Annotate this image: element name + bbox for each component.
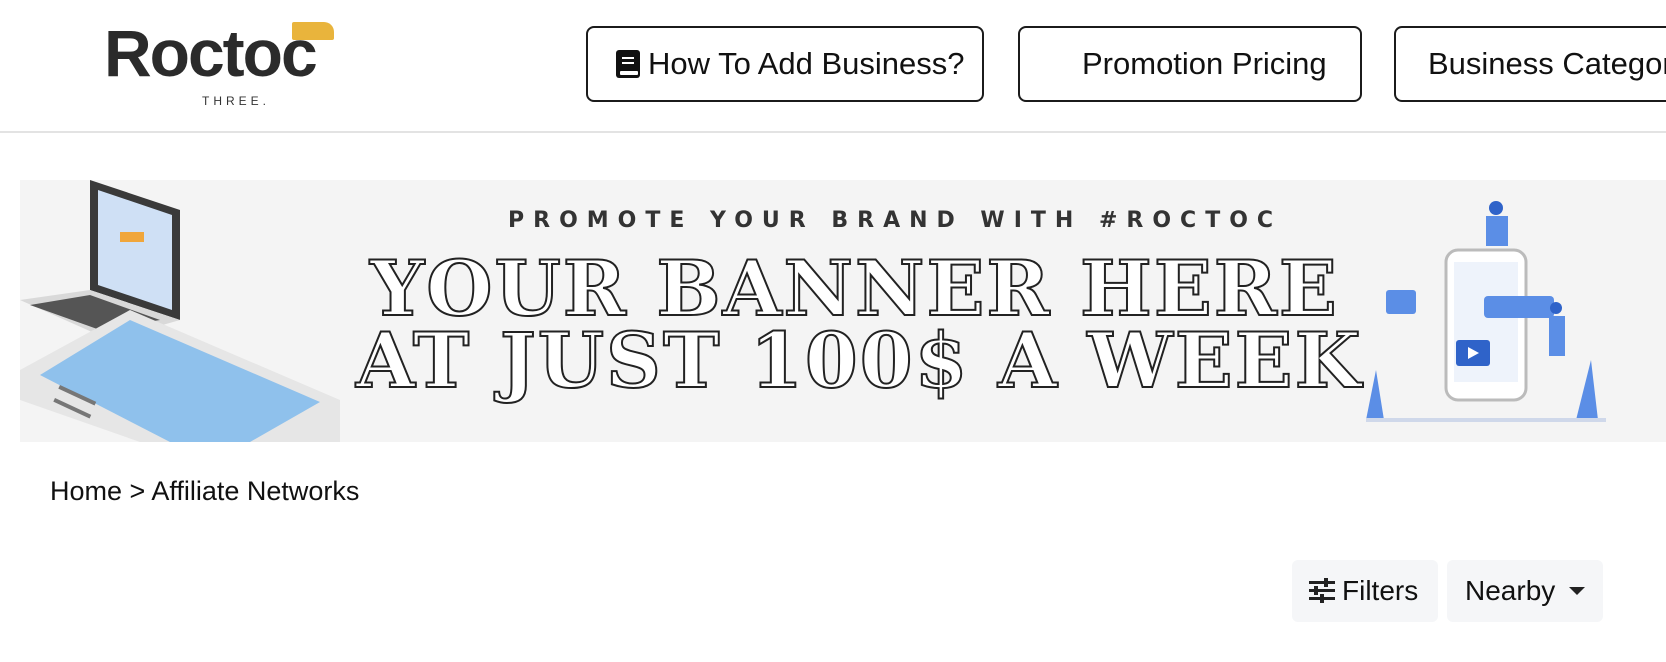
logo-wordmark: Roctoc	[104, 16, 318, 90]
sliders-icon	[1308, 578, 1336, 604]
nav-label: Promotion Pricing	[1082, 46, 1327, 81]
banner-kicker: PROMOTE YOUR BRAND WITH #ROCTOC	[508, 208, 1283, 233]
banner-headline-2: AT JUST 100$ A WEEK	[355, 315, 1363, 406]
phone-team-illustration	[1366, 201, 1606, 422]
sort-label: Nearby	[1465, 575, 1556, 606]
breadcrumb-current: Affiliate Networks	[151, 476, 360, 506]
logo-subtitle: THREE.	[202, 94, 271, 108]
filters-button[interactable]: Filters	[1292, 560, 1438, 622]
filters-label: Filters	[1342, 575, 1419, 606]
site-logo[interactable]: Roctoc THREE.	[104, 18, 344, 110]
breadcrumb-separator: >	[129, 476, 146, 506]
site-header: Roctoc THREE. How To Add Business? Promo…	[0, 0, 1666, 133]
sort-nearby-dropdown[interactable]: Nearby	[1447, 560, 1603, 622]
breadcrumb-home[interactable]: Home	[50, 476, 122, 506]
breadcrumb: Home > Affiliate Networks	[50, 476, 359, 507]
caret-down-icon	[1569, 587, 1586, 595]
nav-label: Business Categor	[1428, 46, 1666, 81]
promo-banner[interactable]: PROMOTE YOUR BRAND WITH #ROCTOC YOUR BAN…	[20, 180, 1666, 442]
how-to-add-business-button[interactable]: How To Add Business?	[586, 26, 984, 102]
business-categories-button[interactable]: Business Categor	[1394, 26, 1666, 102]
book-icon	[614, 49, 642, 79]
nav-label: How To Add Business?	[648, 46, 965, 81]
promotion-pricing-button[interactable]: Promotion Pricing	[1018, 26, 1362, 102]
